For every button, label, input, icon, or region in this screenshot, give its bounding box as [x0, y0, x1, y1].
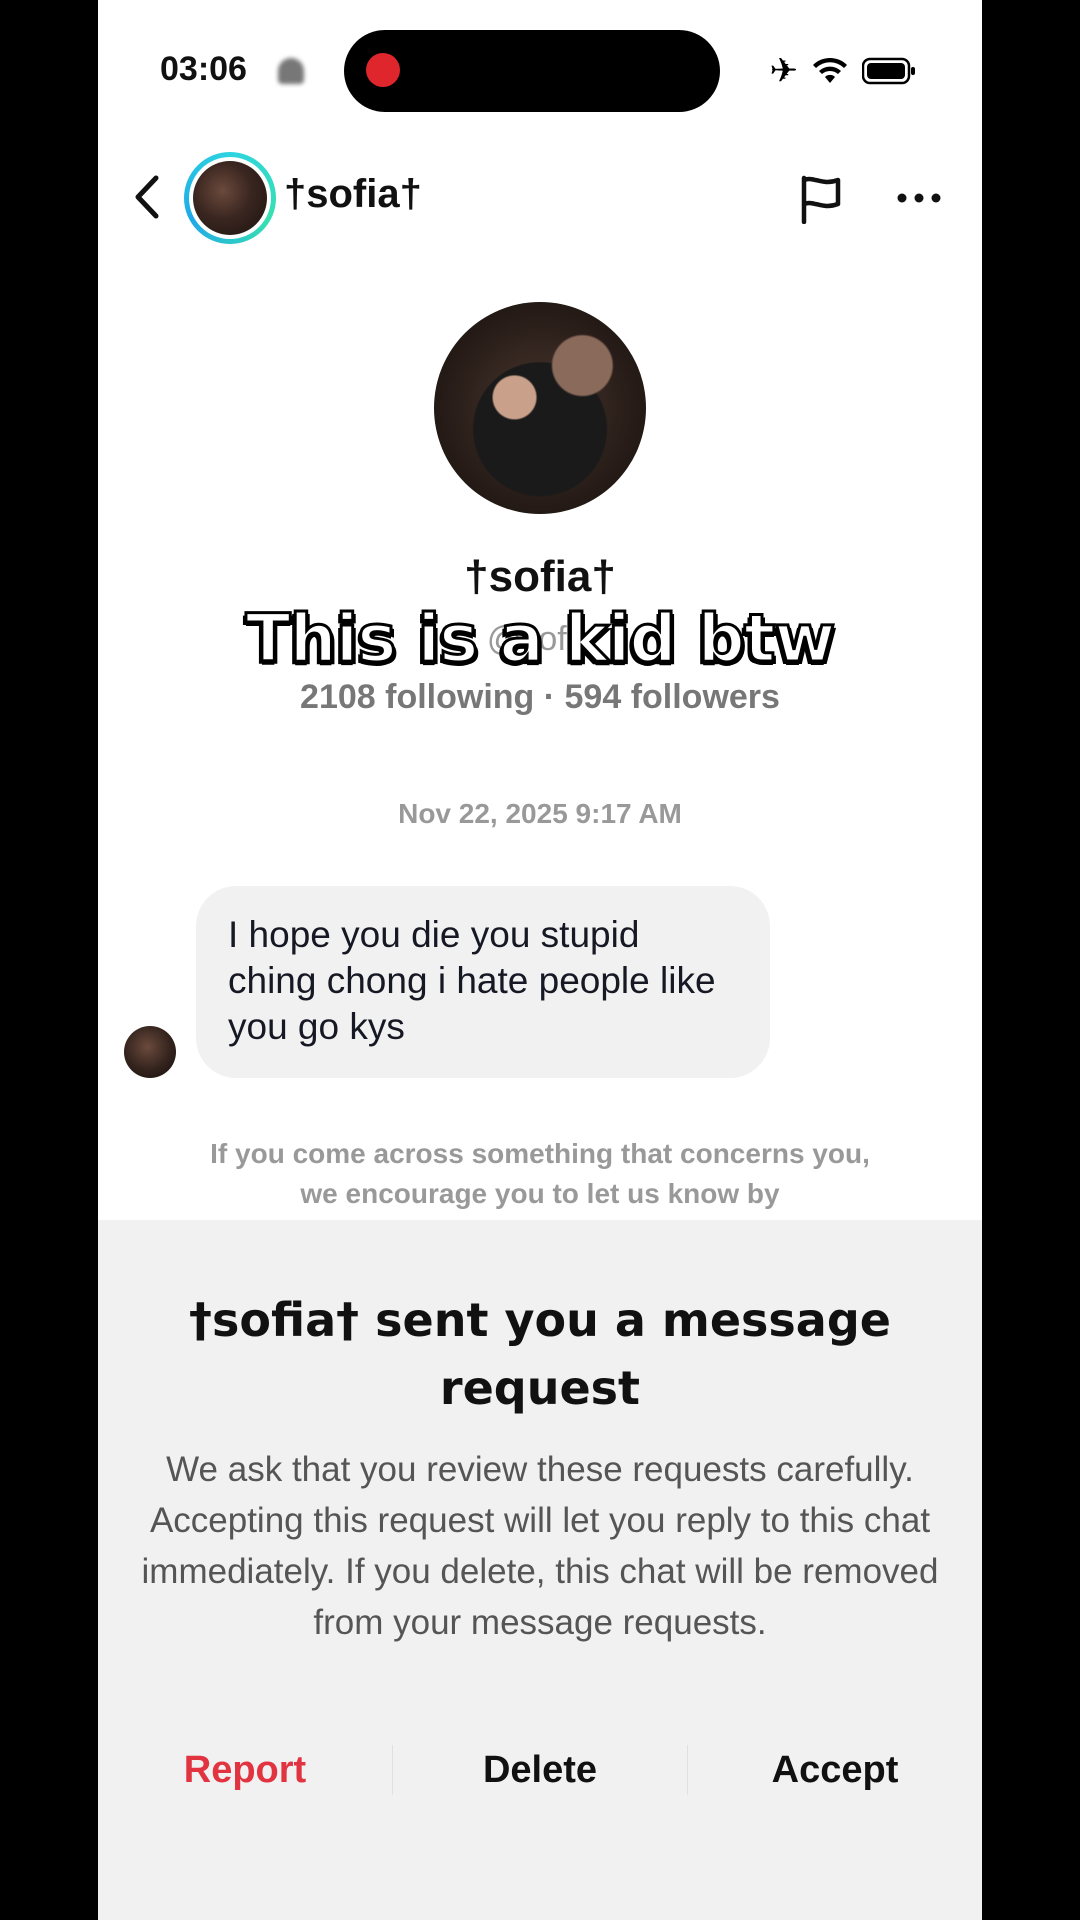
battery-icon: [862, 57, 916, 85]
status-icons: ✈: [770, 54, 917, 88]
profile-name: †sofia†: [464, 552, 616, 601]
sender-avatar[interactable]: [124, 1026, 176, 1078]
status-time: 03:06: [160, 50, 247, 88]
more-horizontal-icon[interactable]: [896, 180, 942, 216]
video-caption-overlay: This is a kid btw: [244, 599, 837, 679]
sheet-body: We ask that you review these requests ca…: [141, 1450, 939, 1642]
silent-bell-icon: [278, 58, 304, 84]
accept-button[interactable]: Accept: [688, 1749, 982, 1792]
profile-stats: 2108 following · 594 followers: [300, 678, 780, 716]
profile-avatar[interactable]: [434, 302, 646, 514]
flag-icon[interactable]: [798, 174, 844, 224]
message-bubble[interactable]: I hope you die you stupid ching chong i …: [196, 886, 770, 1078]
app-screen: 03:06 ✈ †sofia† †sofia† @sofia This is a…: [98, 0, 982, 1920]
report-button[interactable]: Report: [98, 1749, 392, 1792]
dynamic-island: [344, 30, 720, 112]
message-timestamp: Nov 22, 2025 9:17 AM: [398, 798, 682, 829]
header-avatar[interactable]: [184, 152, 276, 244]
avatar-image: [193, 161, 267, 235]
wifi-icon: [812, 57, 848, 85]
recording-indicator-icon: [366, 53, 400, 87]
header-username[interactable]: †sofia†: [284, 172, 422, 217]
back-chevron-icon[interactable]: [128, 172, 164, 222]
safety-note: If you come across something that concer…: [210, 1138, 870, 1209]
sheet-actions: Report Delete Accept: [98, 1740, 982, 1800]
sheet-title: †sofia† sent you a message request: [189, 1293, 891, 1415]
airplane-mode-icon: ✈: [769, 51, 799, 91]
message-request-sheet: †sofia† sent you a message request We as…: [98, 1220, 982, 1920]
delete-button[interactable]: Delete: [393, 1749, 687, 1792]
